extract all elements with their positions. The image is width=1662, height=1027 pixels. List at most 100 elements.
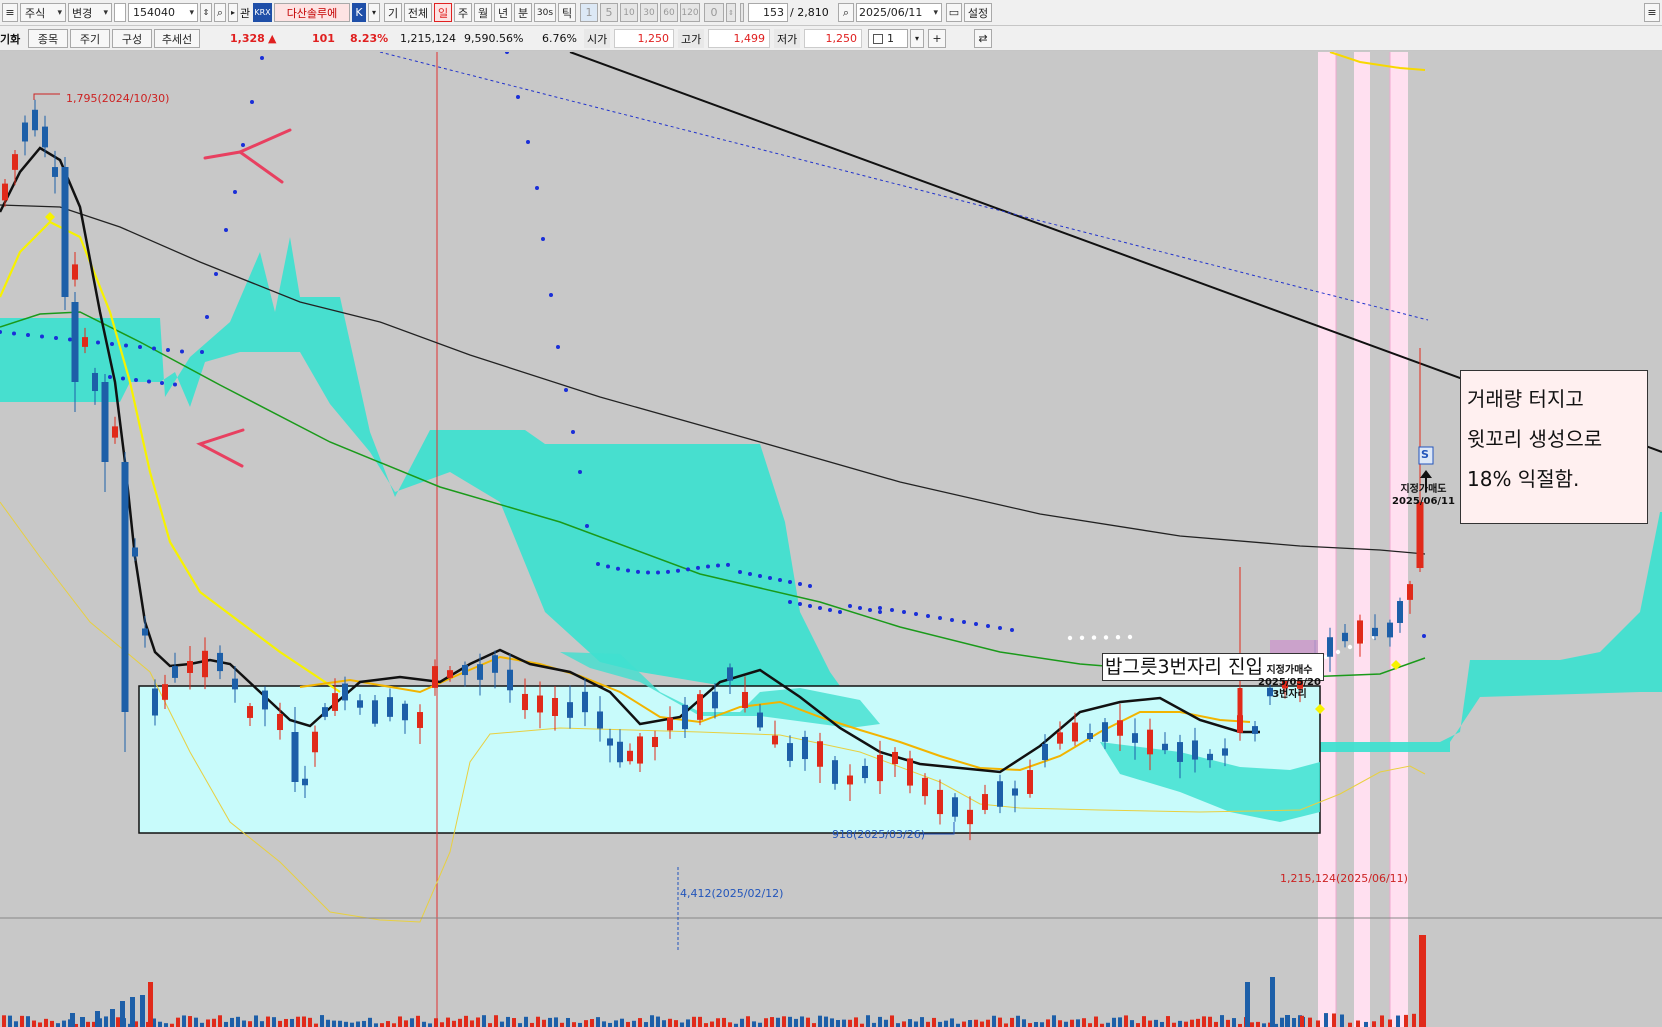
volume-bar (1380, 1015, 1384, 1027)
zero-spinner[interactable]: ⇕ (726, 3, 736, 22)
period-30s[interactable]: 30s (534, 3, 556, 22)
high-marker-line (33, 93, 60, 100)
period-day[interactable]: 일 (434, 3, 452, 22)
date-input[interactable]: 2025/06/11 (856, 3, 942, 22)
k-dropdown-icon[interactable]: ▾ (368, 3, 380, 22)
volume-bar (374, 1023, 378, 1027)
count-checkbox[interactable] (873, 33, 883, 44)
window-menu-icon[interactable]: ≡ (1644, 3, 1660, 22)
volume-bar (1308, 1017, 1312, 1027)
candle-body (1252, 726, 1258, 734)
code-prefix-box[interactable] (114, 3, 126, 22)
volume-bar (14, 1021, 18, 1027)
count-field[interactable]: 1 (868, 29, 908, 48)
settings-button[interactable]: 설정 (964, 3, 992, 22)
sar-dot (1010, 628, 1014, 632)
stock-code-input[interactable]: 154040 (128, 3, 198, 22)
sar-dot (152, 346, 156, 351)
tab-period[interactable]: 주기 (70, 29, 110, 48)
volume-bar (554, 1017, 558, 1027)
calendar-icon[interactable]: ⌕ (838, 3, 854, 22)
refresh-icon[interactable]: ⇄ (974, 29, 992, 48)
period-week[interactable]: 주 (454, 3, 472, 22)
volume-bar (1332, 1013, 1336, 1027)
volume-bar (608, 1022, 612, 1027)
volume-bar (458, 1018, 462, 1027)
sar-dot (798, 582, 802, 586)
menu-icon[interactable]: ≡ (2, 3, 18, 22)
volume-bar (674, 1020, 678, 1027)
volume-bar (806, 1017, 810, 1027)
tab-stock[interactable]: 종목 (28, 29, 68, 48)
left-title-label: 기화 (0, 32, 21, 46)
period-year[interactable]: 년 (494, 3, 512, 22)
volume-bar (1004, 1023, 1008, 1027)
candle-body (697, 694, 703, 720)
candle-body (1132, 733, 1138, 743)
k-badge[interactable]: K (352, 3, 366, 22)
stock-name-field[interactable]: 다산솔루에 (274, 3, 350, 22)
sar-dot (535, 186, 539, 190)
add-plus-button[interactable]: + (928, 29, 946, 48)
volume-bar (1142, 1016, 1146, 1027)
candle-body (757, 712, 763, 728)
bars-shown-input[interactable]: 153 (748, 3, 788, 22)
volume-bar (650, 1015, 654, 1027)
search-icon[interactable]: ⌕ (214, 3, 226, 22)
date-value: 2025/06/11 (859, 6, 923, 19)
ma-top-yellow-line (1329, 52, 1426, 71)
market-select[interactable]: 주식 (20, 3, 66, 22)
candle-body (742, 691, 748, 709)
related-label[interactable]: 관 (240, 3, 250, 22)
candle-body (1416, 502, 1424, 568)
minute-step-10[interactable]: 10 (620, 3, 638, 22)
volume-bar (1208, 1016, 1212, 1027)
tab-trendline[interactable]: 추세선 (154, 29, 200, 48)
volume-bar (1124, 1015, 1128, 1027)
candle-body (922, 777, 928, 797)
candle-body (537, 695, 543, 713)
volume-bar (986, 1019, 990, 1027)
zero-field[interactable]: 0 (704, 3, 724, 22)
volume-bar (1404, 1014, 1408, 1027)
volume-bar (104, 1016, 108, 1027)
volume-bar (296, 1016, 300, 1027)
sar-dot (778, 578, 782, 582)
candle-body (1372, 627, 1378, 637)
candle-body (597, 711, 603, 729)
volume-bar (20, 1015, 24, 1027)
next-arrow-icon[interactable]: ▸ (228, 3, 238, 22)
candle-body (61, 167, 69, 297)
divider-box (740, 3, 744, 22)
volume-bar (500, 1021, 504, 1027)
volume-bar (218, 1015, 222, 1027)
gi-button[interactable]: 기 (384, 3, 402, 22)
volume-bar (1226, 1019, 1230, 1027)
high-label: 고가 (678, 29, 705, 48)
candle-body (1057, 732, 1063, 744)
candle-body (667, 717, 673, 731)
candle-body (877, 754, 883, 782)
volume-bar (716, 1018, 720, 1027)
period-tick[interactable]: 틱 (558, 3, 576, 22)
minute-step-60[interactable]: 60 (660, 3, 678, 22)
chart-canvas[interactable] (0, 52, 1662, 1027)
sar-dot (656, 570, 660, 575)
minute-step-1[interactable]: 1 (580, 3, 598, 22)
all-button[interactable]: 전체 (404, 3, 432, 22)
tab-composition[interactable]: 구성 (112, 29, 152, 48)
change-select[interactable]: 변경 (68, 3, 112, 22)
volume-bar (542, 1019, 546, 1027)
minute-step-120[interactable]: 120 (680, 3, 700, 22)
minute-step-5[interactable]: 5 (600, 3, 618, 22)
period-month[interactable]: 월 (474, 3, 492, 22)
candle-body (522, 693, 528, 711)
period-minute[interactable]: 분 (514, 3, 532, 22)
candle-body (492, 655, 498, 673)
minute-step-30[interactable]: 30 (640, 3, 658, 22)
save-icon[interactable]: ▭ (946, 3, 962, 22)
code-spinner[interactable]: ⇕ (200, 3, 212, 22)
count-dropdown-icon[interactable]: ▾ (910, 29, 924, 48)
volume-bar (404, 1020, 408, 1027)
price-chart[interactable]: 1,795(2024/10/30) 918(2025/03/26) 4,412(… (0, 52, 1662, 1027)
